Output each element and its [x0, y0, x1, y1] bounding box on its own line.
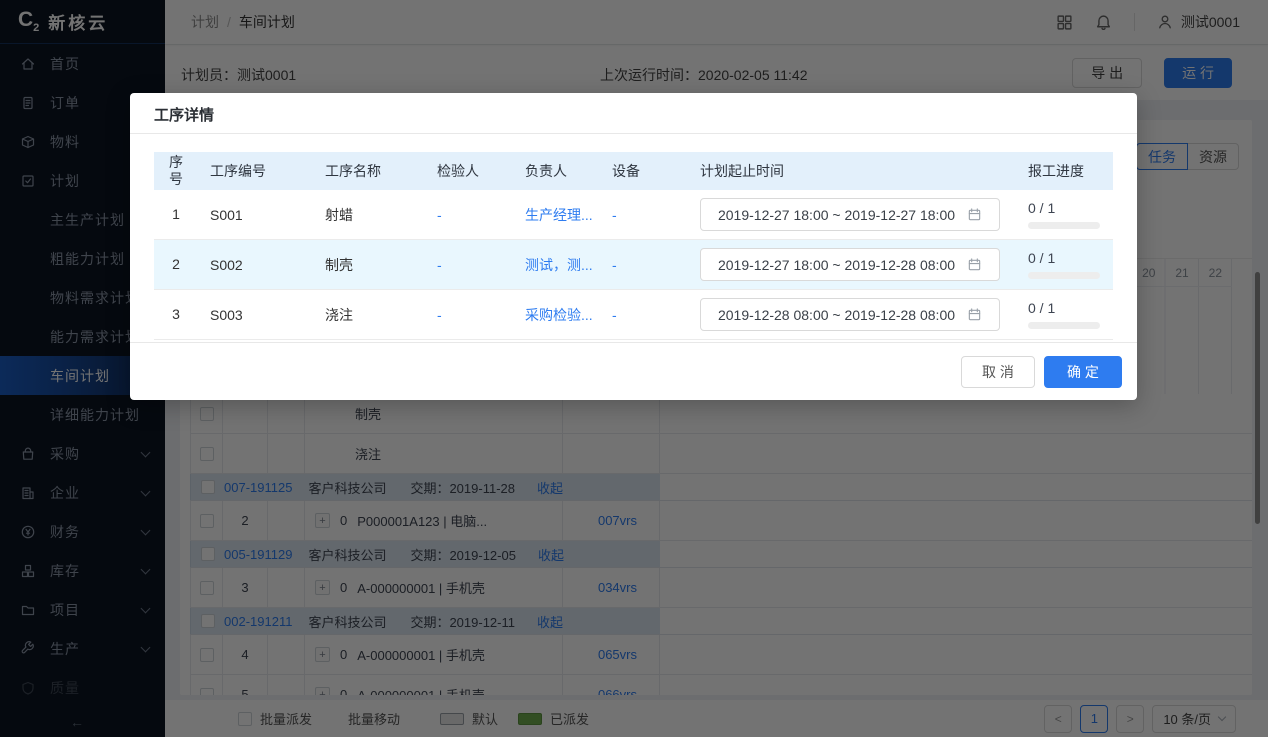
calendar-icon — [967, 307, 982, 322]
process-detail-row: 1 S001 射蜡 - 生产经理... -2019-12-27 18:00 ~ 2019-… — [154, 190, 1113, 240]
inspector-link[interactable]: - — [425, 257, 513, 273]
process-table: 序号 工序编号 工序名称 检验人 负责人 设备 计划起止时间 报工进度 1 S001 射蜡 - 生产经… — [154, 152, 1113, 340]
column-header-6: 设备 — [612, 163, 640, 179]
progress-bar — [1028, 322, 1100, 329]
device-link[interactable]: - — [600, 257, 688, 273]
app-root: C2 新核云 首页订单物料计划主生产计划粗能力计划物料需求计划能力需求计划车间计… — [0, 0, 1268, 737]
inspector-link[interactable]: - — [425, 307, 513, 323]
date-range-input[interactable]: 2019-12-28 08:00 ~ 2019-12-28 08:00 — [700, 298, 1000, 331]
confirm-button[interactable]: 确 定 — [1044, 355, 1122, 388]
column-header-2: 工序编号 — [210, 163, 266, 179]
owner-link[interactable]: 测试，测... — [525, 257, 593, 273]
process-detail-row: 3 S003 浇注 - 采购检验... -2019-12-28 08:00 ~ 2019-… — [154, 290, 1113, 340]
calendar-icon — [967, 207, 982, 222]
row-seq: 3 — [172, 305, 180, 322]
row-seq: 2 — [172, 255, 180, 272]
modal-body: 序号 工序编号 工序名称 检验人 负责人 设备 计划起止时间 报工进度 1 S001 射蜡 - 生产经… — [130, 134, 1137, 340]
progress-text: 0 / 1 — [1028, 250, 1056, 266]
process-name: 浇注 — [325, 306, 353, 323]
column-header-4: 检验人 — [437, 163, 479, 179]
device-link[interactable]: - — [600, 307, 688, 323]
row-seq: 1 — [172, 205, 180, 222]
progress-text: 0 / 1 — [1028, 200, 1056, 216]
date-range-input[interactable]: 2019-12-27 18:00 ~ 2019-12-27 18:00 — [700, 198, 1000, 231]
column-header-3: 工序名称 — [325, 163, 381, 179]
process-detail-row: 2 S002 制壳 - 测试，测... -2019-12-27 18:00 ~ 2019-… — [154, 240, 1113, 290]
progress-bar — [1028, 272, 1100, 279]
process-code: S002 — [210, 256, 243, 273]
modal-header: 工序详情 — [130, 93, 1137, 134]
cancel-button[interactable]: 取 消 — [961, 355, 1035, 388]
progress-text: 0 / 1 — [1028, 300, 1056, 316]
device-link[interactable]: - — [600, 207, 688, 223]
process-code: S001 — [210, 206, 243, 223]
process-name: 射蜡 — [325, 206, 353, 223]
process-table-header: 序号 工序编号 工序名称 检验人 负责人 设备 计划起止时间 报工进度 — [154, 152, 1113, 190]
column-header-5: 负责人 — [525, 163, 567, 179]
calendar-icon — [967, 257, 982, 272]
progress-bar — [1028, 222, 1100, 229]
column-header-7: 计划起止时间 — [700, 163, 784, 179]
process-name: 制壳 — [325, 256, 353, 273]
modal-footer: 取 消 确 定 — [130, 342, 1137, 400]
column-header-1: 序号 — [169, 153, 183, 188]
process-table-body: 1 S001 射蜡 - 生产经理... -2019-12-27 18:00 ~ 2019-… — [154, 190, 1113, 340]
date-range-input[interactable]: 2019-12-27 18:00 ~ 2019-12-28 08:00 — [700, 248, 1000, 281]
inspector-link[interactable]: - — [425, 207, 513, 223]
process-code: S003 — [210, 306, 243, 323]
process-detail-modal: 工序详情 序号 工序编号 工序名称 检验人 负责人 设备 计划起止时间 报工进度 1 S001 射… — [130, 93, 1137, 400]
column-header-8: 报工进度 — [1028, 163, 1084, 179]
owner-link[interactable]: 采购检验... — [525, 307, 593, 323]
owner-link[interactable]: 生产经理... — [525, 207, 593, 223]
modal-title: 工序详情 — [154, 107, 215, 124]
